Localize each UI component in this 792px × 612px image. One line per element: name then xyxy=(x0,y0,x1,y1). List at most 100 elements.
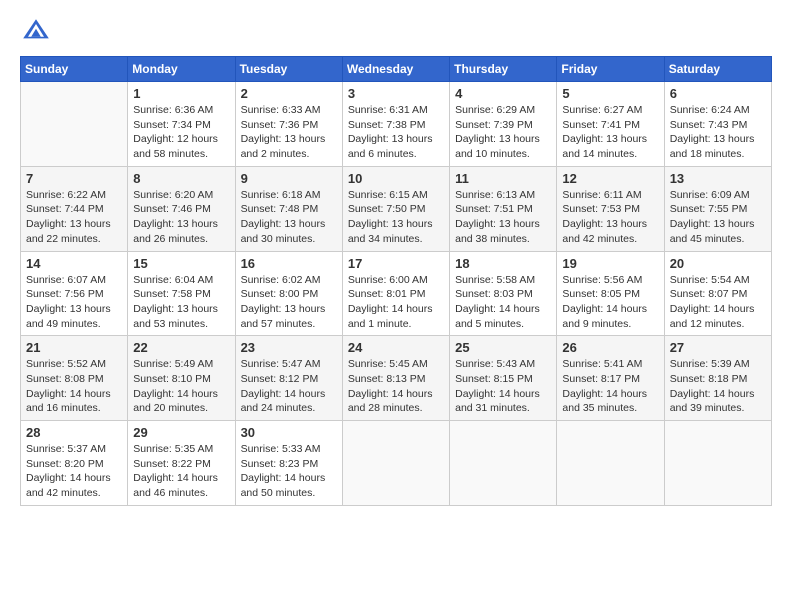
calendar-cell: 29Sunrise: 5:35 AMSunset: 8:22 PMDayligh… xyxy=(128,421,235,506)
day-number: 23 xyxy=(241,340,337,355)
col-header-friday: Friday xyxy=(557,57,664,82)
day-number: 19 xyxy=(562,256,658,271)
col-header-tuesday: Tuesday xyxy=(235,57,342,82)
calendar-cell: 26 Sunrise: 5:41 AMSunset: 8:17 PMDayligh… xyxy=(557,336,664,421)
day-number: 29 xyxy=(133,425,229,440)
calendar-cell: 15 Sunrise: 6:04 AMSunset: 7:58 PMDayligh… xyxy=(128,251,235,336)
day-info: Sunrise: 5:43 AMSunset: 8:15 PMDaylight:… xyxy=(455,357,551,416)
day-info: Sunrise: 5:45 AMSunset: 8:13 PMDaylight:… xyxy=(348,357,444,416)
day-info: Sunrise: 5:39 AMSunset: 8:18 PMDaylight:… xyxy=(670,357,766,416)
week-row-0: 1 Sunrise: 6:36 AMSunset: 7:34 PMDaylight… xyxy=(21,82,772,167)
day-number: 5 xyxy=(562,86,658,101)
col-header-saturday: Saturday xyxy=(664,57,771,82)
day-info: Sunrise: 6:15 AMSunset: 7:50 PMDaylight:… xyxy=(348,188,444,247)
day-info: Sunrise: 6:11 AMSunset: 7:53 PMDaylight:… xyxy=(562,188,658,247)
calendar-cell: 24 Sunrise: 5:45 AMSunset: 8:13 PMDayligh… xyxy=(342,336,449,421)
calendar-cell: 23 Sunrise: 5:47 AMSunset: 8:12 PMDayligh… xyxy=(235,336,342,421)
day-number: 15 xyxy=(133,256,229,271)
calendar-cell: 20 Sunrise: 5:54 AMSunset: 8:07 PMDayligh… xyxy=(664,251,771,336)
col-header-thursday: Thursday xyxy=(450,57,557,82)
day-number: 2 xyxy=(241,86,337,101)
calendar-cell: 22 Sunrise: 5:49 AMSunset: 8:10 PMDayligh… xyxy=(128,336,235,421)
calendar-cell: 6 Sunrise: 6:24 AMSunset: 7:43 PMDaylight… xyxy=(664,82,771,167)
calendar-cell: 13 Sunrise: 6:09 AMSunset: 7:55 PMDayligh… xyxy=(664,166,771,251)
calendar-cell: 21 Sunrise: 5:52 AMSunset: 8:08 PMDayligh… xyxy=(21,336,128,421)
calendar-cell: 30 Sunrise: 5:33 AMSunset: 8:23 PMDayligh… xyxy=(235,421,342,506)
col-header-monday: Monday xyxy=(128,57,235,82)
header-row: SundayMondayTuesdayWednesdayThursdayFrid… xyxy=(21,57,772,82)
day-number: 20 xyxy=(670,256,766,271)
day-info: Sunrise: 5:37 AMSunset: 8:20 PMDaylight:… xyxy=(26,442,122,501)
day-number: 18 xyxy=(455,256,551,271)
day-info: Sunrise: 6:04 AMSunset: 7:58 PMDaylight:… xyxy=(133,273,229,332)
day-number: 1 xyxy=(133,86,229,101)
calendar-cell: 4 Sunrise: 6:29 AMSunset: 7:39 PMDaylight… xyxy=(450,82,557,167)
calendar-cell: 17Sunrise: 6:00 AMSunset: 8:01 PMDayligh… xyxy=(342,251,449,336)
calendar-cell: 9 Sunrise: 6:18 AMSunset: 7:48 PMDaylight… xyxy=(235,166,342,251)
day-number: 3 xyxy=(348,86,444,101)
calendar-cell: 27 Sunrise: 5:39 AMSunset: 8:18 PMDayligh… xyxy=(664,336,771,421)
day-info: Sunrise: 5:47 AMSunset: 8:12 PMDaylight:… xyxy=(241,357,337,416)
week-row-4: 28 Sunrise: 5:37 AMSunset: 8:20 PMDayligh… xyxy=(21,421,772,506)
calendar-cell: 5 Sunrise: 6:27 AMSunset: 7:41 PMDaylight… xyxy=(557,82,664,167)
day-number: 14 xyxy=(26,256,122,271)
day-info: Sunrise: 5:41 AMSunset: 8:17 PMDaylight:… xyxy=(562,357,658,416)
day-number: 22 xyxy=(133,340,229,355)
page: SundayMondayTuesdayWednesdayThursdayFrid… xyxy=(0,0,792,612)
calendar-cell xyxy=(450,421,557,506)
day-info: Sunrise: 5:58 AMSunset: 8:03 PMDaylight:… xyxy=(455,273,551,332)
calendar-cell: 14 Sunrise: 6:07 AMSunset: 7:56 PMDayligh… xyxy=(21,251,128,336)
week-row-2: 14 Sunrise: 6:07 AMSunset: 7:56 PMDayligh… xyxy=(21,251,772,336)
header xyxy=(20,16,772,48)
calendar-cell xyxy=(664,421,771,506)
day-number: 28 xyxy=(26,425,122,440)
week-row-1: 7 Sunrise: 6:22 AMSunset: 7:44 PMDaylight… xyxy=(21,166,772,251)
day-info: Sunrise: 5:52 AMSunset: 8:08 PMDaylight:… xyxy=(26,357,122,416)
logo-icon xyxy=(20,16,52,48)
calendar-cell: 19 Sunrise: 5:56 AMSunset: 8:05 PMDayligh… xyxy=(557,251,664,336)
day-number: 11 xyxy=(455,171,551,186)
calendar-cell: 8Sunrise: 6:20 AMSunset: 7:46 PMDaylight… xyxy=(128,166,235,251)
day-info: Sunrise: 6:27 AMSunset: 7:41 PMDaylight:… xyxy=(562,103,658,162)
day-number: 13 xyxy=(670,171,766,186)
calendar-cell: 12 Sunrise: 6:11 AMSunset: 7:53 PMDayligh… xyxy=(557,166,664,251)
day-info: Sunrise: 6:33 AMSunset: 7:36 PMDaylight:… xyxy=(241,103,337,162)
calendar-cell: 28 Sunrise: 5:37 AMSunset: 8:20 PMDayligh… xyxy=(21,421,128,506)
day-number: 9 xyxy=(241,171,337,186)
day-info: Sunrise: 6:13 AMSunset: 7:51 PMDaylight:… xyxy=(455,188,551,247)
day-number: 16 xyxy=(241,256,337,271)
day-number: 21 xyxy=(26,340,122,355)
calendar-cell xyxy=(21,82,128,167)
day-info: Sunrise: 5:49 AMSunset: 8:10 PMDaylight:… xyxy=(133,357,229,416)
day-info: Sunrise: 5:54 AMSunset: 8:07 PMDaylight:… xyxy=(670,273,766,332)
day-info: Sunrise: 5:33 AMSunset: 8:23 PMDaylight:… xyxy=(241,442,337,501)
day-info: Sunrise: 6:09 AMSunset: 7:55 PMDaylight:… xyxy=(670,188,766,247)
calendar-cell: 10Sunrise: 6:15 AMSunset: 7:50 PMDayligh… xyxy=(342,166,449,251)
day-info: Sunrise: 6:36 AMSunset: 7:34 PMDaylight:… xyxy=(133,103,229,162)
day-info: Sunrise: 6:29 AMSunset: 7:39 PMDaylight:… xyxy=(455,103,551,162)
calendar-cell: 18 Sunrise: 5:58 AMSunset: 8:03 PMDayligh… xyxy=(450,251,557,336)
day-info: Sunrise: 6:02 AMSunset: 8:00 PMDaylight:… xyxy=(241,273,337,332)
calendar-cell: 2 Sunrise: 6:33 AMSunset: 7:36 PMDaylight… xyxy=(235,82,342,167)
day-info: Sunrise: 6:24 AMSunset: 7:43 PMDaylight:… xyxy=(670,103,766,162)
calendar: SundayMondayTuesdayWednesdayThursdayFrid… xyxy=(20,56,772,506)
day-number: 12 xyxy=(562,171,658,186)
day-number: 27 xyxy=(670,340,766,355)
calendar-cell: 11 Sunrise: 6:13 AMSunset: 7:51 PMDayligh… xyxy=(450,166,557,251)
calendar-cell: 7 Sunrise: 6:22 AMSunset: 7:44 PMDaylight… xyxy=(21,166,128,251)
day-info: Sunrise: 6:00 AMSunset: 8:01 PMDaylight:… xyxy=(348,273,444,332)
day-info: Sunrise: 5:56 AMSunset: 8:05 PMDaylight:… xyxy=(562,273,658,332)
day-number: 30 xyxy=(241,425,337,440)
day-info: Sunrise: 6:18 AMSunset: 7:48 PMDaylight:… xyxy=(241,188,337,247)
calendar-cell: 25Sunrise: 5:43 AMSunset: 8:15 PMDayligh… xyxy=(450,336,557,421)
day-number: 8 xyxy=(133,171,229,186)
calendar-cell xyxy=(342,421,449,506)
day-number: 6 xyxy=(670,86,766,101)
day-number: 7 xyxy=(26,171,122,186)
day-info: Sunrise: 6:07 AMSunset: 7:56 PMDaylight:… xyxy=(26,273,122,332)
day-number: 24 xyxy=(348,340,444,355)
col-header-wednesday: Wednesday xyxy=(342,57,449,82)
day-number: 4 xyxy=(455,86,551,101)
day-number: 26 xyxy=(562,340,658,355)
day-info: Sunrise: 6:22 AMSunset: 7:44 PMDaylight:… xyxy=(26,188,122,247)
